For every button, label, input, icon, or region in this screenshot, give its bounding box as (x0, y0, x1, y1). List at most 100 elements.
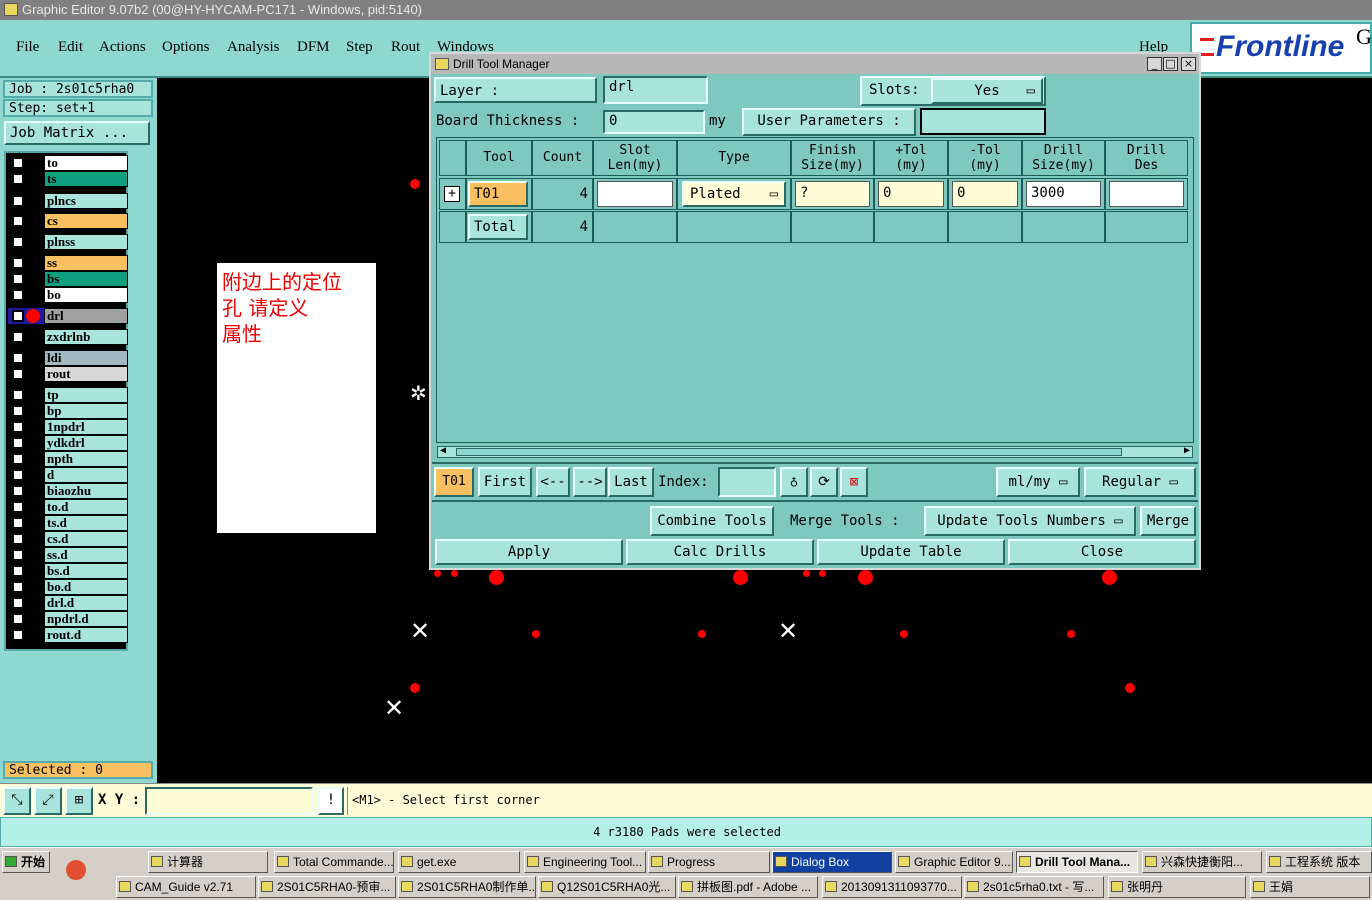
index-field[interactable] (718, 467, 776, 497)
layer-row[interactable]: bs (8, 271, 128, 287)
layer-row[interactable]: bp (8, 403, 128, 419)
layer-row[interactable]: to.d (8, 499, 128, 515)
layer-row[interactable]: drl (8, 308, 128, 324)
layer-name[interactable]: to (44, 155, 128, 171)
taskbar-button[interactable]: get.exe (398, 851, 520, 873)
layer-checkbox[interactable] (12, 173, 24, 185)
user-parameters-field[interactable] (920, 108, 1046, 135)
layer-checkbox[interactable] (12, 421, 24, 433)
drill-size-input[interactable]: 3000 (1026, 181, 1101, 207)
layer-row[interactable]: bo.d (8, 579, 128, 595)
layer-name[interactable]: bo.d (44, 579, 128, 595)
layer-row[interactable]: d (8, 467, 128, 483)
user-parameters-button[interactable]: User Parameters : (742, 108, 916, 136)
drill-pad[interactable] (803, 570, 810, 577)
layer-name[interactable]: cs.d (44, 531, 128, 547)
delete-icon[interactable]: ⊠ (840, 467, 868, 497)
taskbar-button[interactable]: Q12S01C5RHA0光... (538, 876, 676, 898)
drill-pad[interactable] (858, 570, 873, 585)
layer-checkbox[interactable] (12, 565, 24, 577)
layer-row[interactable]: ts.d (8, 515, 128, 531)
drill-pad[interactable] (410, 179, 420, 189)
layer-checkbox[interactable] (12, 613, 24, 625)
expand-plus-icon[interactable]: + (444, 186, 460, 202)
menu-file[interactable]: File (16, 39, 39, 56)
refresh-icon[interactable]: ⟳ (810, 467, 838, 497)
close-button[interactable]: Close (1008, 539, 1196, 565)
scroll-right-icon[interactable]: ▶ (1184, 445, 1190, 456)
drill-pad[interactable] (410, 683, 420, 693)
layer-name[interactable]: ss.d (44, 547, 128, 563)
layer-checkbox[interactable] (12, 597, 24, 609)
merge-button[interactable]: Merge (1140, 506, 1196, 536)
layer-name[interactable]: npth (44, 451, 128, 467)
grid-icon[interactable]: ⊞ (65, 787, 93, 815)
board-thickness-field[interactable]: 0 (603, 110, 705, 134)
layer-row[interactable]: cs.d (8, 531, 128, 547)
layer-row[interactable]: bo (8, 287, 128, 303)
drill-des-input[interactable] (1109, 181, 1184, 207)
update-table-button[interactable]: Update Table (817, 539, 1005, 565)
layer-name[interactable]: plnss (44, 234, 128, 250)
drill-pad[interactable] (1102, 570, 1117, 585)
drill-pad[interactable] (1125, 683, 1135, 693)
layer-row[interactable]: bs.d (8, 563, 128, 579)
layer-name[interactable]: bs (44, 271, 128, 287)
layer-name[interactable]: d (44, 467, 128, 483)
layer-row[interactable]: npth (8, 451, 128, 467)
layer-checkbox[interactable] (12, 310, 24, 322)
layer-row[interactable]: ss.d (8, 547, 128, 563)
start-button[interactable]: 开始 (2, 851, 50, 873)
layer-checkbox[interactable] (12, 405, 24, 417)
layer-row[interactable]: tp (8, 387, 128, 403)
layer-name[interactable]: plncs (44, 193, 128, 209)
layer-checkbox[interactable] (12, 273, 24, 285)
taskbar-button[interactable]: 2S01C5RHA0制作单... (398, 876, 536, 898)
menu-analysis[interactable]: Analysis (227, 39, 280, 56)
combine-tools-button[interactable]: Combine Tools (650, 506, 774, 536)
layer-checkbox[interactable] (12, 549, 24, 561)
layer-name[interactable]: bp (44, 403, 128, 419)
layer-checkbox[interactable] (12, 289, 24, 301)
drill-pad[interactable] (532, 630, 540, 638)
layer-row[interactable]: biaozhu (8, 483, 128, 499)
layer-checkbox[interactable] (12, 352, 24, 364)
taskbar-button[interactable]: 工程系统 版本 (1266, 851, 1372, 873)
layer-checkbox[interactable] (12, 533, 24, 545)
layer-checkbox[interactable] (12, 236, 24, 248)
scroll-left-icon[interactable]: ◀ (440, 445, 446, 456)
menu-actions[interactable]: Actions (99, 39, 146, 56)
layer-row[interactable]: ts (8, 171, 128, 187)
drill-pad[interactable] (698, 630, 706, 638)
layer-checkbox[interactable] (12, 368, 24, 380)
update-tools-numbers-dropdown[interactable]: Update Tools Numbers ▭ (924, 506, 1136, 536)
taskbar-button[interactable]: CAM_Guide v2.71 (116, 876, 256, 898)
layer-row[interactable]: ss (8, 255, 128, 271)
layer-row[interactable]: to (8, 155, 128, 171)
taskbar-button[interactable]: Progress (648, 851, 770, 873)
calc-drills-button[interactable]: Calc Drills (626, 539, 814, 565)
layer-name[interactable]: zxdrlnb (44, 329, 128, 345)
drill-pad[interactable] (1067, 630, 1075, 638)
menu-dfm[interactable]: DFM (297, 39, 330, 56)
layer-name[interactable]: drl (44, 308, 128, 324)
layer-name[interactable]: bo (44, 287, 128, 303)
layer-checkbox[interactable] (12, 485, 24, 497)
taskbar-button[interactable]: 2S01C5RHA0-预审... (258, 876, 396, 898)
drill-pad[interactable] (489, 570, 504, 585)
layer-checkbox[interactable] (12, 331, 24, 343)
horizontal-scrollbar[interactable]: ◀ ▶ (437, 445, 1193, 458)
layer-name[interactable]: ydkdrl (44, 435, 128, 451)
alert-icon[interactable]: ! (318, 787, 344, 815)
layer-row[interactable]: npdrl.d (8, 611, 128, 627)
taskbar-button[interactable]: 计算器 (148, 851, 268, 873)
layer-row[interactable]: ldi (8, 350, 128, 366)
layer-row[interactable]: ydkdrl (8, 435, 128, 451)
next-button[interactable]: --> (573, 467, 607, 497)
layer-name[interactable]: drl.d (44, 595, 128, 611)
taskbar-button[interactable]: Dialog Box (772, 851, 892, 873)
maximize-icon[interactable]: □ (1163, 57, 1178, 71)
menu-step[interactable]: Step (346, 39, 373, 56)
scroll-thumb[interactable] (456, 448, 1122, 456)
layer-row[interactable]: zxdrlnb (8, 329, 128, 345)
